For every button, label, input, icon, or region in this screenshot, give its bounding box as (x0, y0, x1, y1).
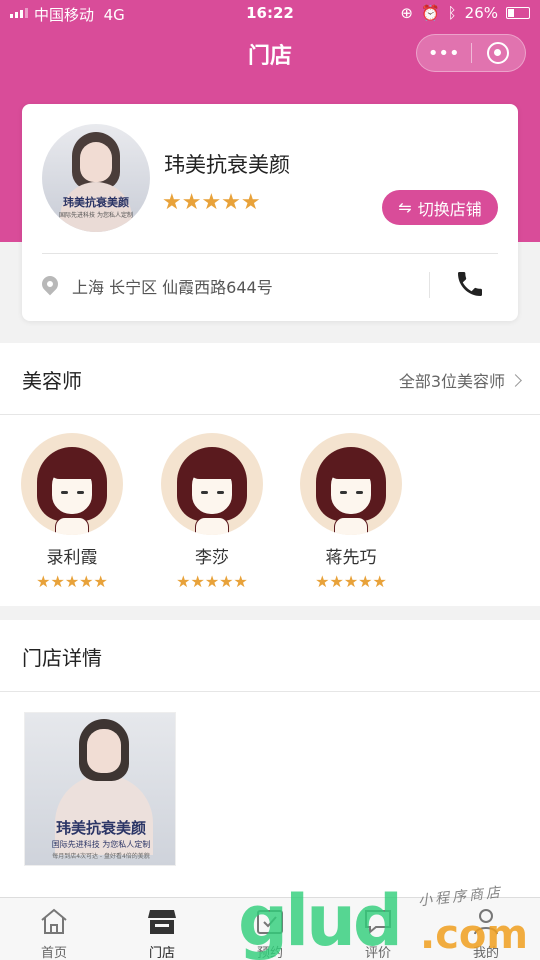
store-details-header: 门店详情 (0, 620, 540, 692)
beautician-title: 美容师 (22, 369, 82, 393)
beautician-card[interactable]: 李莎 ★★★★★ (160, 433, 264, 591)
phone-icon[interactable] (454, 268, 486, 300)
beautician-card[interactable]: 蒋先巧 ★★★★★ (299, 433, 403, 591)
store-name: 玮美抗衰美颜 (164, 153, 290, 177)
chevron-right-icon (509, 373, 522, 387)
tab-review-label: 评价 (364, 946, 391, 960)
tab-store[interactable]: 门店 (108, 898, 216, 960)
phone-divider (429, 272, 430, 298)
location-pin-icon (38, 272, 62, 296)
store-icon (148, 910, 176, 934)
rotation-lock-icon: ⊕ (400, 4, 413, 22)
beautician-card[interactable]: 录利霞 ★★★★★ (20, 433, 124, 591)
comment-icon (365, 910, 391, 935)
status-right: ⊕ ⏰ ᛒ 26% (400, 4, 530, 22)
alarm-icon: ⏰ (420, 4, 440, 22)
photo-subtitle: 国际先进科技 为您私人定制 (51, 840, 151, 849)
tab-home[interactable]: 首页 (0, 898, 108, 960)
store-address[interactable]: 上海 长宁区 仙霞西路644号 (72, 274, 273, 298)
beautician-avatar (21, 433, 123, 535)
beautician-name: 录利霞 (46, 548, 98, 568)
tab-bar: 首页 门店 预约 评价 我的 (0, 897, 540, 960)
logo-subtext: 国际先进科技 为您私人定制 (59, 212, 133, 219)
beautician-avatar (300, 433, 402, 535)
card-divider (42, 253, 498, 254)
switch-store-label: 切换店铺 (417, 199, 482, 219)
user-icon (474, 909, 498, 935)
target-icon[interactable] (472, 35, 526, 71)
home-icon (41, 908, 67, 934)
beautician-header: 美容师 全部3位美容师 (0, 343, 540, 415)
switch-icon: ⇋ (398, 198, 412, 217)
store-details-title: 门店详情 (22, 646, 102, 670)
nav-bar: 门店 ••• (0, 28, 540, 80)
beautician-section: 美容师 全部3位美容师 录利霞 ★★★★★ 李莎 ★★★★★ 蒋先巧 ★★★★★ (0, 343, 540, 606)
tab-review[interactable]: 评价 (324, 898, 432, 960)
tab-mine[interactable]: 我的 (432, 898, 540, 960)
logo-text: 玮美抗衰美颜 (63, 196, 129, 209)
beautician-rating: ★★★★★ (36, 572, 108, 591)
tab-store-label: 门店 (148, 946, 175, 960)
status-bar: 中国移动 4G 16:22 ⊕ ⏰ ᛒ 26% (0, 0, 540, 28)
mini-program-capsule: ••• (416, 34, 526, 72)
beautician-rating: ★★★★★ (315, 572, 387, 591)
all-beauticians-link[interactable]: 全部3位美容师 (398, 368, 522, 392)
bluetooth-icon: ᛒ (447, 4, 457, 22)
beautician-name: 蒋先巧 (325, 548, 377, 568)
photo-caption: 每月到店4次可达 - 盘好看4倍的美貌 (52, 853, 150, 860)
more-dots-icon[interactable]: ••• (417, 35, 471, 71)
beautician-name: 李莎 (195, 548, 229, 568)
tab-booking-label: 预约 (256, 946, 283, 960)
store-photo[interactable]: 玮美抗衰美颜 国际先进科技 为您私人定制 每月到店4次可达 - 盘好看4倍的美貌 (24, 712, 176, 866)
battery-percent: 26% (464, 4, 498, 22)
store-logo: 玮美抗衰美颜 国际先进科技 为您私人定制 (42, 124, 150, 232)
photo-title: 玮美抗衰美颜 (55, 819, 146, 837)
beautician-rating: ★★★★★ (176, 572, 248, 591)
tab-booking[interactable]: 预约 (216, 898, 324, 960)
calendar-icon (257, 910, 283, 934)
store-card: 玮美抗衰美颜 国际先进科技 为您私人定制 玮美抗衰美颜 ★★★★★ ⇋ 切换店铺… (22, 104, 518, 321)
tab-home-label: 首页 (40, 946, 67, 960)
tab-mine-label: 我的 (472, 946, 499, 960)
beautician-avatar (161, 433, 263, 535)
battery-icon (506, 7, 530, 19)
store-rating: ★★★★★ (162, 190, 261, 215)
all-beauticians-label: 全部3位美容师 (398, 372, 505, 391)
switch-store-button[interactable]: ⇋ 切换店铺 (382, 190, 498, 225)
